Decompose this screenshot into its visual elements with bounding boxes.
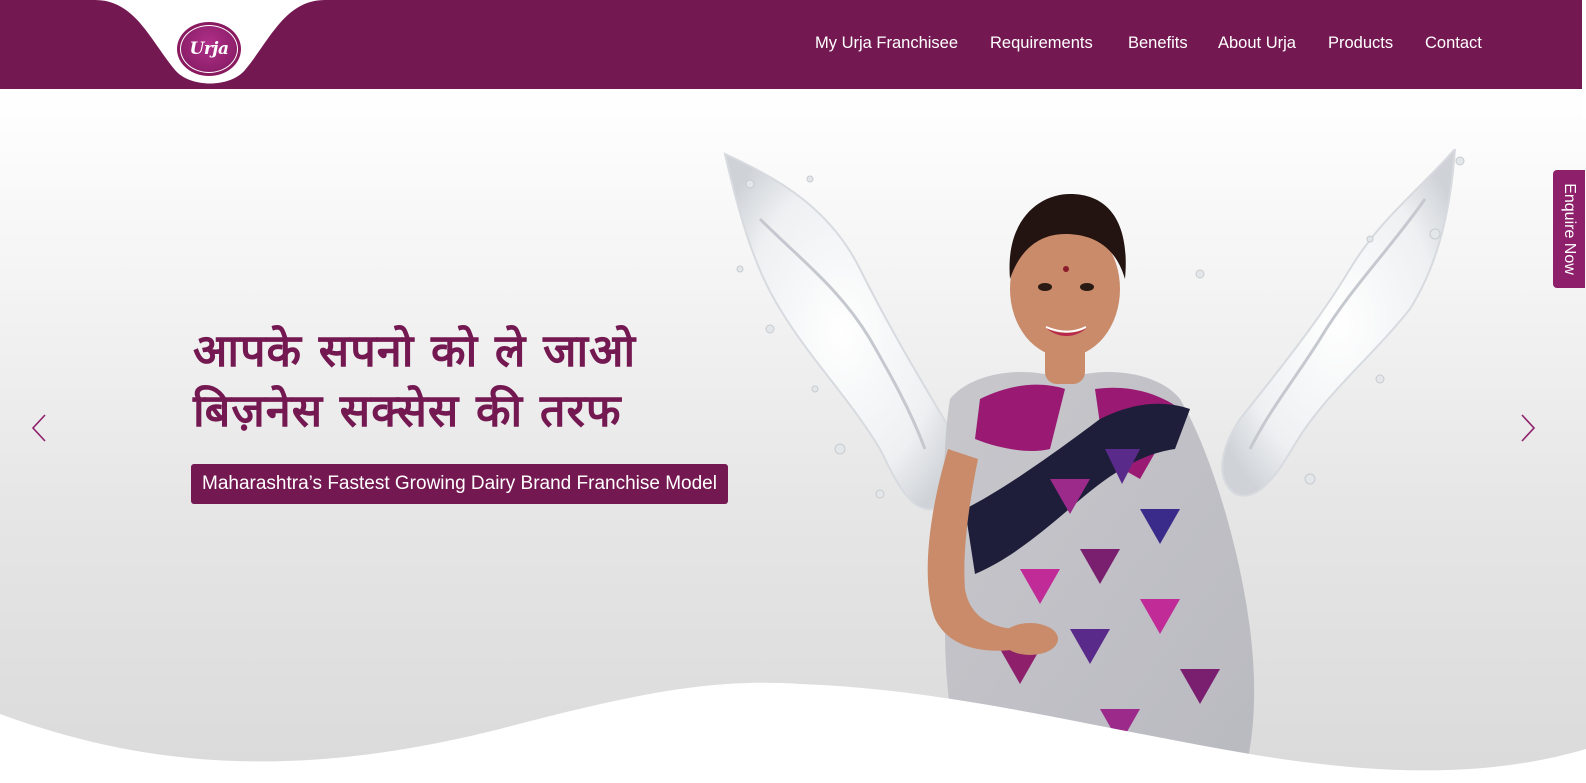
hero-headline-line-2: बिज़नेस सक्सेस की तरफ — [193, 384, 622, 437]
nav-requirements[interactable]: Requirements — [990, 34, 1093, 53]
main-nav: My Urja Franchisee Requirements Benefits… — [0, 34, 1586, 56]
scrollbar-thumb[interactable] — [1582, 0, 1586, 118]
nav-my-urja-franchisee[interactable]: My Urja Franchisee — [815, 34, 958, 53]
site-header: Urja ® My Urja Franchisee Requirements B… — [0, 0, 1586, 89]
hero-tagline-badge: Maharashtra’s Fastest Growing Dairy Bran… — [191, 464, 728, 504]
enquire-now-tab[interactable]: Enquire Now — [1553, 170, 1585, 288]
chevron-left-icon — [31, 414, 46, 442]
nav-contact[interactable]: Contact — [1425, 34, 1482, 53]
chevron-right-icon — [1521, 414, 1536, 442]
hero-headline: आपके सपनो को ले जाओ बिज़नेस सक्सेस की तर… — [193, 321, 753, 441]
registered-mark: ® — [232, 24, 238, 33]
hero-headline-line-1: आपके सपनो को ले जाओ — [193, 324, 637, 377]
nav-about-urja[interactable]: About Urja — [1218, 34, 1296, 53]
slider-next-button[interactable] — [1517, 412, 1537, 444]
nav-products[interactable]: Products — [1328, 34, 1393, 53]
enquire-now-label: Enquire Now — [1561, 183, 1578, 275]
nav-benefits[interactable]: Benefits — [1128, 34, 1188, 53]
hero-slider: आपके सपनो को ले जाओ बिज़नेस सक्सेस की तर… — [0, 89, 1586, 783]
slider-prev-button[interactable] — [30, 412, 50, 444]
